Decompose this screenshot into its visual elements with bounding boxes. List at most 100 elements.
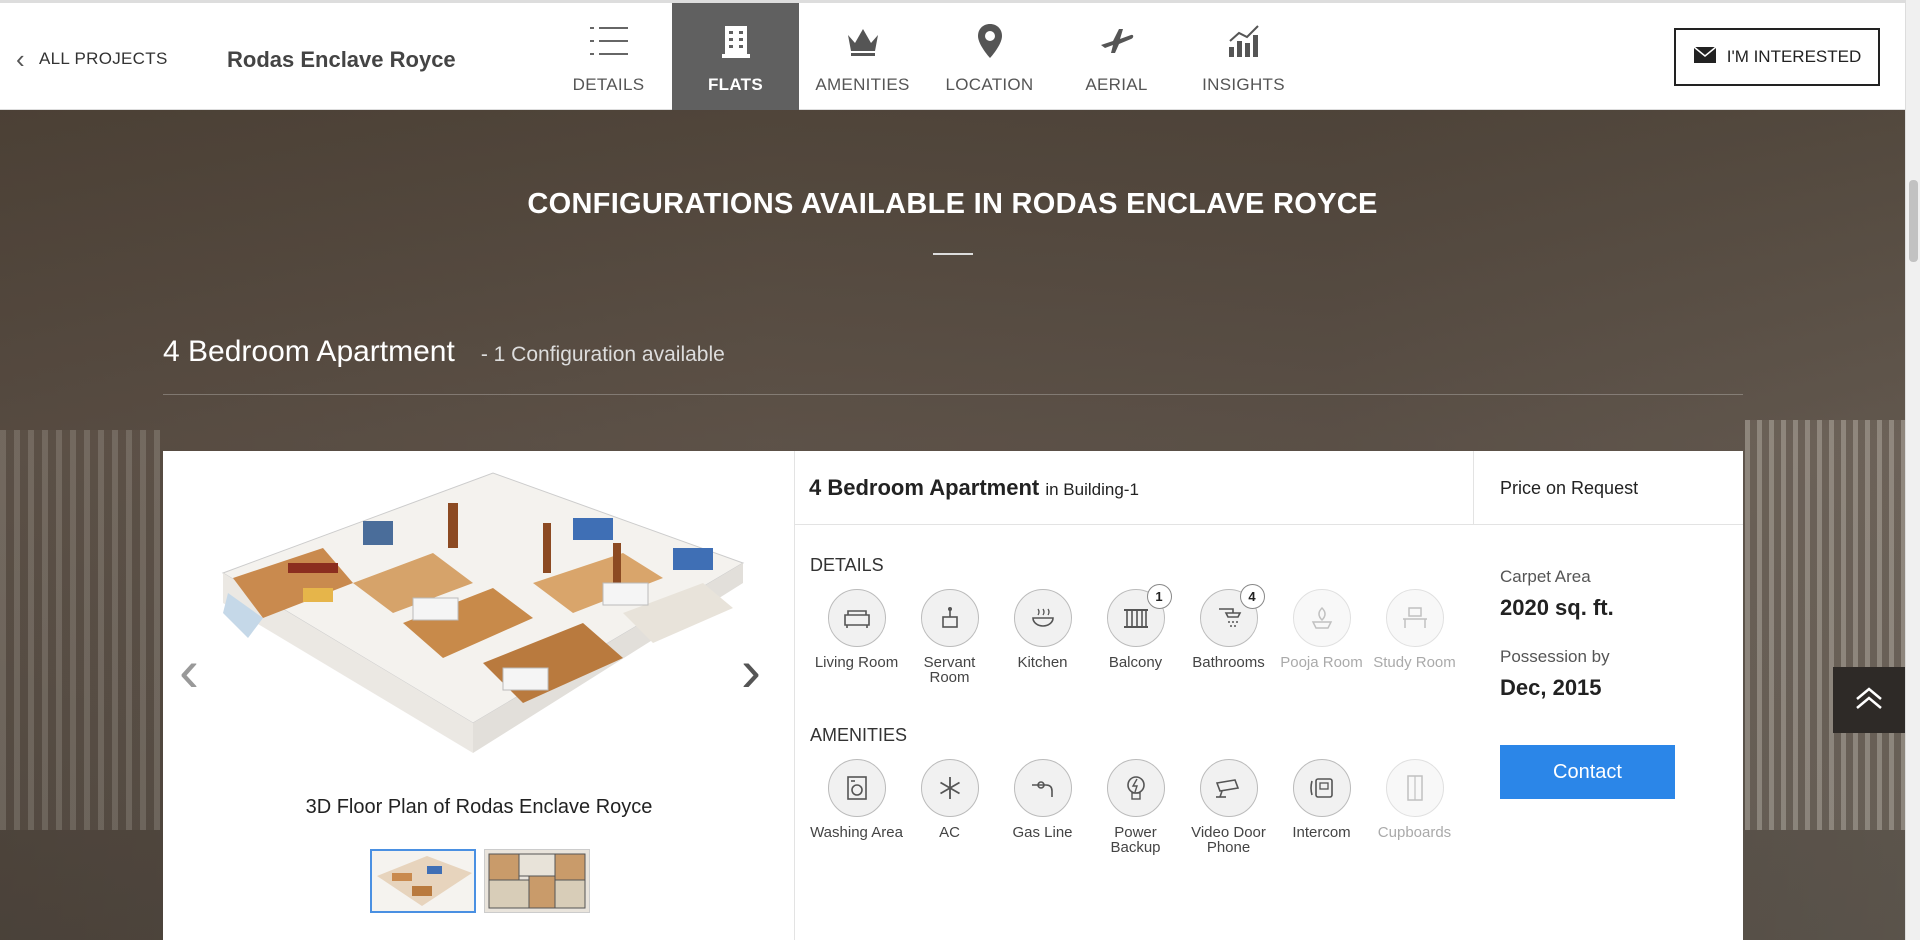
amenity-ac: AC — [903, 759, 996, 855]
section-title: CONFIGURATIONS AVAILABLE IN RODAS ENCLAV… — [527, 188, 1378, 220]
top-navigation-bar: ‹ ALL PROJECTS Rodas Enclave Royce DETAI… — [0, 0, 1905, 110]
apartment-title: 4 Bedroom Apartment in Building-1 — [809, 475, 1139, 501]
double-chevron-up-icon — [1854, 686, 1884, 715]
tab-location-label: LOCATION — [945, 75, 1034, 94]
possession-date: Possession by Dec, 2015 — [1500, 647, 1610, 701]
list-icon — [588, 21, 630, 61]
amenity-cupboards: Cupboards — [1368, 759, 1461, 855]
amenity-intercom: Intercom — [1275, 759, 1368, 855]
carpet-area: Carpet Area 2020 sq. ft. — [1500, 567, 1614, 621]
details-icons: Living Room Servant Room Kitchen 1 Balco… — [810, 584, 1461, 685]
snowflake-icon — [920, 759, 979, 817]
project-title: Rodas Enclave Royce — [227, 47, 456, 72]
details-heading: DETAILS — [810, 555, 884, 575]
title-divider — [933, 253, 973, 255]
tab-amenities-label: AMENITIES — [815, 75, 910, 94]
amenity-name: Cupboards — [1377, 824, 1452, 841]
scroll-to-top-button[interactable] — [1833, 667, 1905, 733]
floor-plan-3d-image — [221, 472, 745, 753]
airplane-icon — [1099, 21, 1135, 61]
amenities-heading: AMENITIES — [810, 725, 908, 745]
gallery-thumbnails — [370, 849, 590, 913]
scrollbar-thumb[interactable] — [1909, 180, 1918, 262]
tab-details[interactable]: DETAILS — [545, 3, 672, 110]
railing-icon: 1 — [1106, 584, 1172, 647]
detail-living-room: Living Room — [810, 589, 903, 685]
desk-icon — [1385, 589, 1444, 647]
detail-kitchen: Kitchen — [996, 589, 1089, 685]
configuration-divider — [163, 394, 1743, 395]
phone-icon — [1292, 759, 1351, 817]
tab-details-label: DETAILS — [572, 75, 645, 94]
thumbnail-2d-plan[interactable] — [484, 849, 590, 913]
amenity-video-door-phone: Video Door Phone — [1182, 759, 1275, 855]
amenity-name: Power Backup — [1110, 824, 1161, 856]
apartment-header-row: 4 Bedroom Apartment in Building-1 Price … — [795, 451, 1743, 525]
gas-pipe-icon — [1013, 759, 1072, 817]
possession-label: Possession by — [1500, 647, 1610, 666]
amenity-gas-line: Gas Line — [996, 759, 1089, 855]
apartment-building: in Building-1 — [1045, 480, 1139, 499]
sofa-icon — [827, 589, 886, 647]
gallery-previous-arrow[interactable]: ‹ — [179, 641, 199, 701]
all-projects-label: ALL PROJECTS — [38, 49, 168, 68]
washing-machine-icon — [827, 759, 886, 817]
tab-insights[interactable]: INSIGHTS — [1180, 3, 1307, 110]
configuration-type: 4 Bedroom Apartment — [163, 335, 455, 368]
crown-icon — [845, 21, 881, 61]
amenity-power-backup: Power Backup — [1089, 759, 1182, 855]
amenity-name: AC — [939, 824, 960, 841]
balcony-count-badge: 1 — [1146, 584, 1172, 609]
im-interested-label: I'M INTERESTED — [1726, 47, 1862, 66]
amenities-icons: Washing Area AC Gas Line Power Backup Vi… — [810, 759, 1461, 855]
detail-name: Servant Room — [923, 654, 976, 686]
detail-pooja-room: Pooja Room — [1275, 589, 1368, 685]
building-icon — [720, 21, 752, 61]
section-tabs: DETAILS FLATS AMENITIES LOCATION AERIAL — [545, 3, 1307, 110]
detail-name: Bathrooms — [1192, 654, 1265, 671]
possession-value: Dec, 2015 — [1500, 675, 1602, 700]
tab-flats-label: FLATS — [707, 75, 763, 94]
background-curtain-right — [1745, 420, 1905, 830]
servant-icon — [920, 589, 979, 647]
detail-servant-room: Servant Room — [903, 589, 996, 685]
tab-aerial-label: AERIAL — [1085, 75, 1148, 94]
envelope-icon — [1693, 45, 1717, 69]
tab-aerial[interactable]: AERIAL — [1053, 3, 1180, 110]
detail-name: Pooja Room — [1280, 654, 1363, 671]
amenity-name: Gas Line — [1012, 824, 1073, 841]
contact-button[interactable]: Contact — [1500, 745, 1675, 799]
im-interested-button[interactable]: I'M INTERESTED — [1674, 28, 1880, 86]
detail-name: Balcony — [1108, 654, 1163, 671]
carpet-area-label: Carpet Area — [1500, 567, 1591, 586]
tab-location[interactable]: LOCATION — [926, 3, 1053, 110]
detail-name: Living Room — [814, 654, 899, 671]
detail-bathrooms: 4 Bathrooms — [1182, 584, 1275, 685]
gallery-next-arrow[interactable]: › — [741, 641, 761, 701]
apartment-title-text: 4 Bedroom Apartment — [809, 475, 1040, 500]
carpet-area-value: 2020 sq. ft. — [1500, 595, 1614, 620]
tab-amenities[interactable]: AMENITIES — [799, 3, 926, 110]
tab-flats[interactable]: FLATS — [672, 3, 799, 110]
configuration-header: 4 Bedroom Apartment - 1 Configuration av… — [163, 335, 725, 369]
map-pin-icon — [977, 21, 1003, 61]
tab-insights-label: INSIGHTS — [1202, 75, 1285, 94]
chevron-left-icon: ‹ — [16, 44, 25, 74]
background-curtain-left — [0, 430, 160, 830]
lamp-icon — [1292, 589, 1351, 647]
bar-chart-icon — [1226, 21, 1262, 61]
bathrooms-count-badge: 4 — [1239, 584, 1265, 609]
thumbnail-3d-plan[interactable] — [370, 849, 476, 913]
bulb-icon — [1106, 759, 1165, 817]
amenity-name: Washing Area — [810, 824, 903, 841]
cupboard-icon — [1385, 759, 1444, 817]
shower-icon: 4 — [1199, 584, 1265, 647]
all-projects-link[interactable]: ‹ ALL PROJECTS — [16, 46, 168, 72]
gallery-caption: 3D Floor Plan of Rodas Enclave Royce — [305, 796, 653, 818]
detail-balcony: 1 Balcony — [1089, 584, 1182, 685]
configuration-card: ‹ › 3D Floor Plan of Rodas Enclave Royce… — [163, 451, 1743, 940]
amenity-name: Video Door Phone — [1191, 824, 1266, 856]
page-scrollbar[interactable] — [1905, 0, 1920, 940]
amenity-name: Intercom — [1292, 824, 1351, 841]
amenity-washing-area: Washing Area — [810, 759, 903, 855]
